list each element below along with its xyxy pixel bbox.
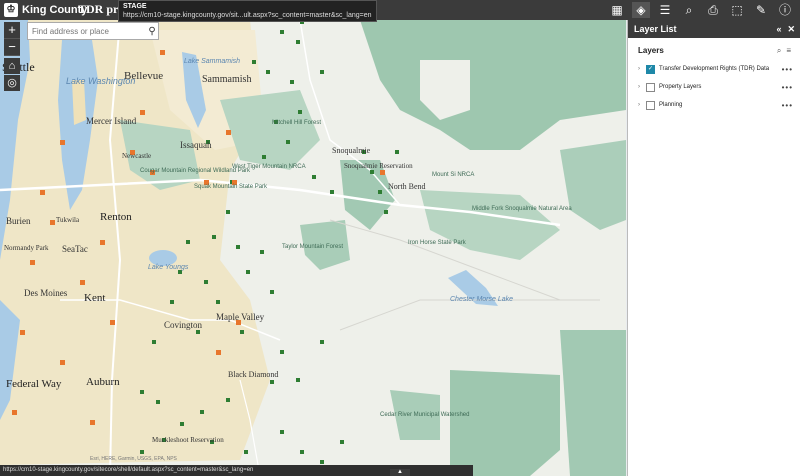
search-box: ⚲	[27, 22, 159, 40]
label-kent: Kent	[84, 292, 106, 304]
label-covington: Covington	[164, 320, 203, 330]
more-options-icon[interactable]: •••	[782, 65, 793, 74]
label-black-diamond: Black Diamond	[228, 370, 279, 379]
label-maple-valley: Maple Valley	[216, 312, 265, 322]
app-header: ♔ King County TDR proper STAGE https://c…	[0, 0, 800, 22]
label-auburn: Auburn	[86, 376, 120, 388]
more-options-icon[interactable]: •••	[782, 83, 793, 92]
layer-name: Planning	[659, 102, 683, 108]
label-burien: Burien	[6, 216, 31, 226]
draw-icon[interactable]: ✎	[752, 2, 770, 18]
label-renton: Renton	[100, 211, 132, 223]
search-icon[interactable]: ⌕	[680, 2, 698, 18]
label-mount-si: Mount Si NRCA	[432, 172, 475, 178]
brand[interactable]: ♔ King County	[4, 2, 87, 18]
home-button[interactable]: ⌂	[4, 58, 20, 74]
layer-checkbox-planning[interactable]	[646, 100, 655, 110]
label-iron-horse: Iron Horse State Park	[408, 240, 466, 246]
expand-icon[interactable]: ›	[638, 66, 644, 72]
about-icon[interactable]: ⓘ	[776, 2, 794, 18]
stage-label: STAGE	[123, 3, 147, 10]
basemap-gallery-icon[interactable]: ▦	[608, 2, 626, 18]
label-mercer-island: Mercer Island	[86, 116, 137, 126]
layer-item-property[interactable]: › Property Layers •••	[628, 78, 800, 96]
label-cougar-mountain: Cougar Mountain Regional Wildland Park	[140, 168, 251, 174]
label-federal-way: Federal Way	[6, 378, 62, 390]
label-normandy-park: Normandy Park	[4, 244, 49, 252]
locate-button[interactable]: ◎	[4, 75, 20, 91]
basemap	[0, 0, 626, 476]
label-issaquah: Issaquah	[180, 140, 212, 150]
label-snoqualmie-reservation: Snoqualmie Reservation	[344, 162, 413, 170]
label-lake-sammamish: Lake Sammamish	[184, 58, 241, 65]
layer-name: Transfer Development Rights (TDR) Data	[659, 66, 770, 72]
panel-header: Layer List « ✕	[628, 20, 800, 38]
label-snoqualmie: Snoqualmie	[332, 146, 371, 155]
close-icon[interactable]: ✕	[787, 24, 795, 35]
collapse-icon[interactable]: «	[776, 24, 781, 35]
label-tukwila: Tukwila	[56, 216, 80, 224]
search-layers-icon[interactable]: ⌕	[777, 46, 781, 56]
layers-section: Layers ⌕ ≡	[628, 38, 800, 60]
expand-icon[interactable]: ›	[638, 84, 644, 90]
print-icon[interactable]: ⎙	[704, 2, 722, 18]
label-des-moines: Des Moines	[24, 288, 68, 298]
layer-item-tdr[interactable]: › ✓ Transfer Development Rights (TDR) Da…	[628, 60, 800, 78]
label-lake-washington: Lake Washington	[66, 76, 136, 86]
label-taylor-mountain: Taylor Mountain Forest	[282, 244, 344, 250]
stage-url: https://cm10-stage.kingcounty.gov/sit...…	[123, 12, 372, 19]
layer-list-panel: Layer List « ✕ Layers ⌕ ≡ › ✓ Transfer D…	[627, 20, 800, 476]
search-input[interactable]	[28, 24, 146, 38]
label-newcastle: Newcastle	[122, 152, 152, 160]
layer-checkbox-property[interactable]	[646, 82, 655, 92]
widget-toolbar: ▦ ◈ ☰ ⌕ ⎙ ⬚ ✎ ⓘ	[608, 2, 794, 18]
layer-item-planning[interactable]: › Planning •••	[628, 96, 800, 114]
layers-title: Layers	[638, 46, 664, 55]
panel-title: Layer List	[634, 24, 677, 34]
map-attribution: Esri, HERE, Garmin, USGS, EPA, NPS	[90, 456, 177, 462]
label-north-bend: North Bend	[388, 182, 426, 191]
label-muckleshoot: Muckleshoot Reservation	[152, 436, 224, 444]
home-icon: ⌂	[8, 60, 16, 72]
label-middle-fork: Middle Fork Snoqualmie Natural Area	[472, 206, 572, 212]
search-icon[interactable]: ⚲	[146, 26, 158, 37]
expand-bottom-panel-icon[interactable]: ▲	[390, 469, 410, 476]
layer-checkbox-tdr[interactable]: ✓	[646, 64, 655, 74]
label-cedar-river: Cedar River Municipal Watershed	[380, 412, 470, 418]
more-options-icon[interactable]: •••	[782, 101, 793, 110]
king-county-logo-icon: ♔	[4, 3, 18, 17]
filter-icon[interactable]: ≡	[786, 46, 791, 56]
label-lake-youngs: Lake Youngs	[148, 264, 189, 271]
label-sammamish: Sammamish	[202, 74, 252, 85]
layer-name: Property Layers	[659, 84, 702, 90]
zoom-out-button[interactable]: −	[4, 39, 20, 56]
label-chester-morse: Chester Morse Lake	[450, 296, 514, 303]
stage-tooltip: STAGE https://cm10-stage.kingcounty.gov/…	[118, 0, 377, 22]
label-mitchell-hill: Mitchell Hill Forest	[272, 120, 322, 126]
locate-icon: ◎	[7, 77, 17, 89]
measure-icon[interactable]: ⬚	[728, 2, 746, 18]
expand-icon[interactable]: ›	[638, 102, 644, 108]
map-view[interactable]: Seattle Bellevue Sammamish Lake Sammamis…	[0, 0, 626, 476]
label-squak-mountain: Squak Mountain State Park	[194, 184, 268, 190]
zoom-in-button[interactable]: +	[4, 22, 20, 39]
zoom-control: + −	[4, 22, 20, 56]
label-seatac: SeaTac	[62, 244, 88, 254]
legend-icon[interactable]: ☰	[656, 2, 674, 18]
layers-icon[interactable]: ◈	[632, 2, 650, 18]
